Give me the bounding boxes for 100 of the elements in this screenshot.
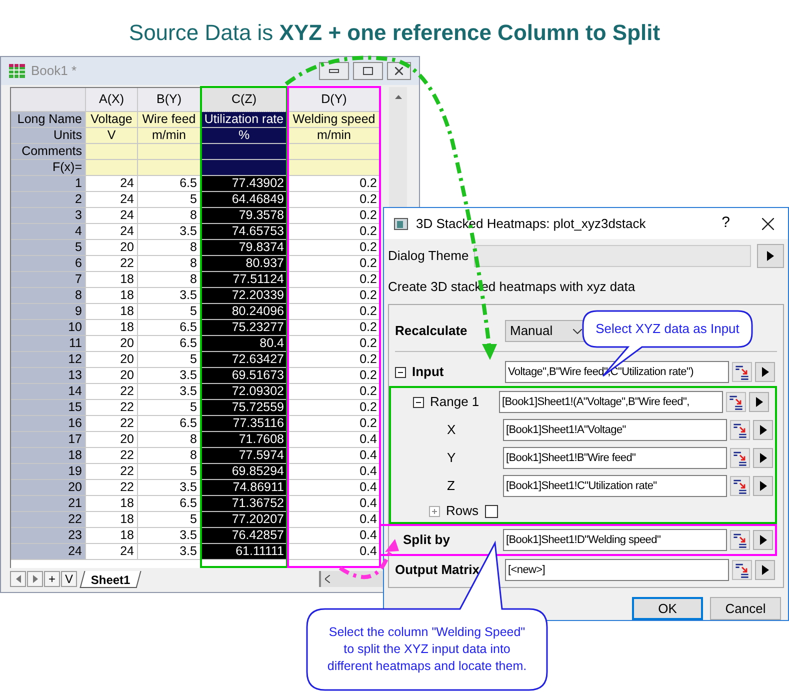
checkbox[interactable] bbox=[484, 504, 498, 518]
param-label: Range 1 bbox=[430, 393, 480, 412]
row-number[interactable]: 24 bbox=[11, 544, 86, 560]
dialog-button[interactable]: OK bbox=[632, 597, 703, 620]
range-select-icon[interactable] bbox=[726, 392, 746, 412]
table-cell: 5 bbox=[138, 352, 201, 368]
table-cell: 0.2 bbox=[288, 416, 381, 432]
close-button[interactable] bbox=[387, 62, 411, 80]
menu-arrow-button[interactable] bbox=[753, 476, 773, 496]
help-button[interactable]: ? bbox=[722, 212, 730, 235]
row-number[interactable]: 12 bbox=[11, 352, 86, 368]
table-cell: 0.2 bbox=[288, 288, 381, 304]
triangle-right-icon bbox=[760, 453, 766, 464]
sheet-nav-button[interactable] bbox=[10, 571, 26, 587]
row-number[interactable]: 18 bbox=[11, 448, 86, 464]
table-cell: 24 bbox=[86, 176, 138, 192]
table-cell: 69.51673 bbox=[201, 368, 288, 384]
column-header[interactable]: C(Z) bbox=[201, 88, 288, 112]
table-cell: 6.5 bbox=[138, 496, 201, 512]
minimize-button[interactable] bbox=[319, 62, 349, 80]
table-cell: 24 bbox=[86, 224, 138, 240]
row-number[interactable]: 6 bbox=[11, 256, 86, 272]
triangle-right-icon bbox=[32, 575, 38, 583]
minimize-icon bbox=[329, 69, 339, 73]
table-cell: 77.43902 bbox=[201, 176, 288, 192]
row-number[interactable]: 1 bbox=[11, 176, 86, 192]
range-field[interactable]: [<new>] bbox=[505, 559, 729, 582]
column-header[interactable]: D(Y) bbox=[288, 88, 381, 112]
table-cell: 24 bbox=[86, 544, 138, 560]
row-number[interactable]: 4 bbox=[11, 224, 86, 240]
row-number[interactable]: 20 bbox=[11, 480, 86, 496]
menu-arrow-button[interactable] bbox=[755, 560, 775, 580]
range-field[interactable]: [Book1]Sheet1!A"Voltage" bbox=[503, 419, 727, 442]
recalculate-dropdown[interactable]: Manual bbox=[505, 320, 587, 342]
menu-arrow-button[interactable] bbox=[757, 244, 784, 268]
range-field[interactable]: [Book1]Sheet1!D"Welding speed" bbox=[503, 529, 727, 552]
range-field[interactable]: [Book1]Sheet1!C"Utilization rate" bbox=[503, 475, 727, 498]
table-cell: 0.4 bbox=[288, 480, 381, 496]
dialog-button[interactable]: Cancel bbox=[710, 597, 781, 620]
param-label: Split by bbox=[403, 531, 450, 550]
header-cell: % bbox=[201, 128, 288, 144]
row-number[interactable]: 11 bbox=[11, 336, 86, 352]
row-number[interactable]: 15 bbox=[11, 400, 86, 416]
row-number[interactable]: 2 bbox=[11, 192, 86, 208]
row-number[interactable]: 10 bbox=[11, 320, 86, 336]
row-number[interactable]: 7 bbox=[11, 272, 86, 288]
range-select-icon[interactable] bbox=[730, 420, 750, 440]
row-number[interactable]: 9 bbox=[11, 304, 86, 320]
table-cell: 0.4 bbox=[288, 512, 381, 528]
row-label: F(x)= bbox=[11, 160, 86, 176]
table-cell: 6.5 bbox=[138, 336, 201, 352]
range-select-icon[interactable] bbox=[730, 530, 750, 550]
range-select-icon[interactable] bbox=[730, 448, 750, 468]
table-cell: 76.42857 bbox=[201, 528, 288, 544]
row-number[interactable]: 3 bbox=[11, 208, 86, 224]
range-field[interactable]: [Book1]Sheet1!B"Wire feed" bbox=[503, 447, 727, 470]
row-number[interactable]: 14 bbox=[11, 384, 86, 400]
row-number[interactable]: 23 bbox=[11, 528, 86, 544]
collapse-icon[interactable] bbox=[395, 366, 406, 378]
menu-arrow-button[interactable] bbox=[753, 530, 773, 550]
sheet-nav-button[interactable] bbox=[27, 571, 43, 587]
row-number[interactable]: 22 bbox=[11, 512, 86, 528]
table-cell: 3.5 bbox=[138, 384, 201, 400]
restore-button[interactable] bbox=[353, 62, 383, 80]
column-header[interactable]: A(X) bbox=[86, 88, 138, 112]
column-header[interactable]: B(Y) bbox=[138, 88, 201, 112]
row-number[interactable]: 16 bbox=[11, 416, 86, 432]
row-number[interactable]: 5 bbox=[11, 240, 86, 256]
expand-icon[interactable] bbox=[429, 506, 440, 517]
table-cell: 8 bbox=[138, 432, 201, 448]
menu-arrow-button[interactable] bbox=[753, 420, 773, 440]
sheet-nav-button[interactable]: V bbox=[61, 571, 77, 587]
row-number[interactable]: 8 bbox=[11, 288, 86, 304]
range-select-icon[interactable] bbox=[730, 476, 750, 496]
restore-icon bbox=[363, 67, 373, 75]
header-cell: Voltage bbox=[86, 112, 138, 128]
table-cell: 6.5 bbox=[138, 176, 201, 192]
range-field[interactable]: [Book1]Sheet1!(A"Voltage",B"Wire feed", bbox=[499, 391, 723, 414]
table-cell: 80.24096 bbox=[201, 304, 288, 320]
table-cell: 5 bbox=[138, 512, 201, 528]
sheet-nav-button[interactable]: + bbox=[44, 571, 60, 587]
range-select-icon[interactable] bbox=[732, 362, 752, 382]
menu-arrow-button[interactable] bbox=[753, 448, 773, 468]
row-number[interactable]: 17 bbox=[11, 432, 86, 448]
collapse-icon[interactable] bbox=[413, 396, 424, 408]
menu-arrow-button[interactable] bbox=[749, 392, 769, 412]
row-number[interactable]: 19 bbox=[11, 464, 86, 480]
row-number[interactable]: 21 bbox=[11, 496, 86, 512]
table-cell: 79.3578 bbox=[201, 208, 288, 224]
range-select-icon[interactable] bbox=[732, 560, 752, 580]
table-cell: 20 bbox=[86, 352, 138, 368]
close-icon[interactable] bbox=[762, 218, 774, 230]
triangle-right-icon bbox=[756, 397, 762, 408]
row-number[interactable]: 13 bbox=[11, 368, 86, 384]
sheet-tab[interactable]: Sheet1 bbox=[80, 570, 142, 588]
table-cell: 3.5 bbox=[138, 368, 201, 384]
table-cell: 0.4 bbox=[288, 432, 381, 448]
theme-field[interactable] bbox=[474, 244, 751, 267]
menu-arrow-button[interactable] bbox=[755, 362, 775, 382]
header-cell: Wire feed bbox=[138, 112, 201, 128]
